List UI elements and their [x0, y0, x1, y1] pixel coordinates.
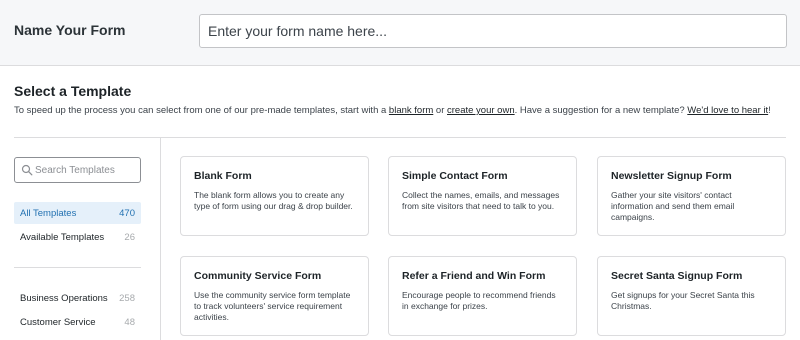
template-card-description: Gather your site visitors' contact infor… [611, 190, 735, 222]
category-all-templates[interactable]: All Templates 470 [14, 202, 141, 224]
category-name: All Templates [20, 208, 77, 219]
template-card-description: Encourage people to recommend friends in… [402, 290, 556, 311]
template-card-newsletter-signup-form[interactable]: Newsletter Signup Form Gather your site … [597, 156, 786, 236]
template-card-simple-contact-form[interactable]: Simple Contact Form Collect the names, e… [388, 156, 577, 236]
template-card-blank-form[interactable]: Blank Form The blank form allows you to … [180, 156, 369, 236]
template-card-description: Get signups for your Secret Santa this C… [611, 290, 755, 311]
category-available-templates[interactable]: Available Templates 26 [14, 226, 141, 248]
template-card-refer-a-friend-form[interactable]: Refer a Friend and Win Form Encourage pe… [388, 256, 577, 336]
template-card-title: Newsletter Signup Form [611, 170, 732, 182]
template-card-title: Refer a Friend and Win Form [402, 270, 546, 282]
category-business-operations[interactable]: Business Operations 258 [14, 287, 141, 309]
sidebar-divider [160, 138, 161, 340]
category-name: Available Templates [20, 232, 105, 243]
select-template-title: Select a Template [14, 83, 132, 99]
category-count: 258 [119, 293, 135, 304]
category-count: 26 [124, 232, 135, 243]
suggest-template-link[interactable]: We'd love to hear it [687, 105, 768, 116]
category-name: Business Operations [20, 293, 108, 304]
form-name-label: Name Your Form [14, 22, 126, 38]
search-icon [21, 164, 33, 176]
template-card-description: Use the community service form template … [194, 290, 351, 322]
form-name-input[interactable] [199, 14, 787, 48]
section-divider [14, 137, 786, 138]
template-card-title: Blank Form [194, 170, 252, 182]
template-card-title: Secret Santa Signup Form [611, 270, 743, 282]
template-intro-text: To speed up the process you can select f… [14, 105, 771, 116]
category-count: 470 [119, 208, 135, 219]
template-search-box[interactable] [14, 157, 141, 183]
category-customer-service[interactable]: Customer Service 48 [14, 311, 141, 333]
create-your-own-link[interactable]: create your own [447, 105, 515, 116]
form-name-bar: Name Your Form [0, 0, 800, 66]
template-search-input[interactable] [35, 159, 139, 181]
template-card-secret-santa-signup-form[interactable]: Secret Santa Signup Form Get signups for… [597, 256, 786, 336]
category-name: Customer Service [20, 317, 96, 328]
template-card-title: Simple Contact Form [402, 170, 508, 182]
template-card-title: Community Service Form [194, 270, 322, 282]
template-card-community-service-form[interactable]: Community Service Form Use the community… [180, 256, 369, 336]
category-divider [14, 267, 141, 268]
blank-form-link[interactable]: blank form [389, 105, 433, 116]
template-card-description: The blank form allows you to create any … [194, 190, 353, 211]
template-card-description: Collect the names, emails, and messages … [402, 190, 560, 211]
category-count: 48 [124, 317, 135, 328]
